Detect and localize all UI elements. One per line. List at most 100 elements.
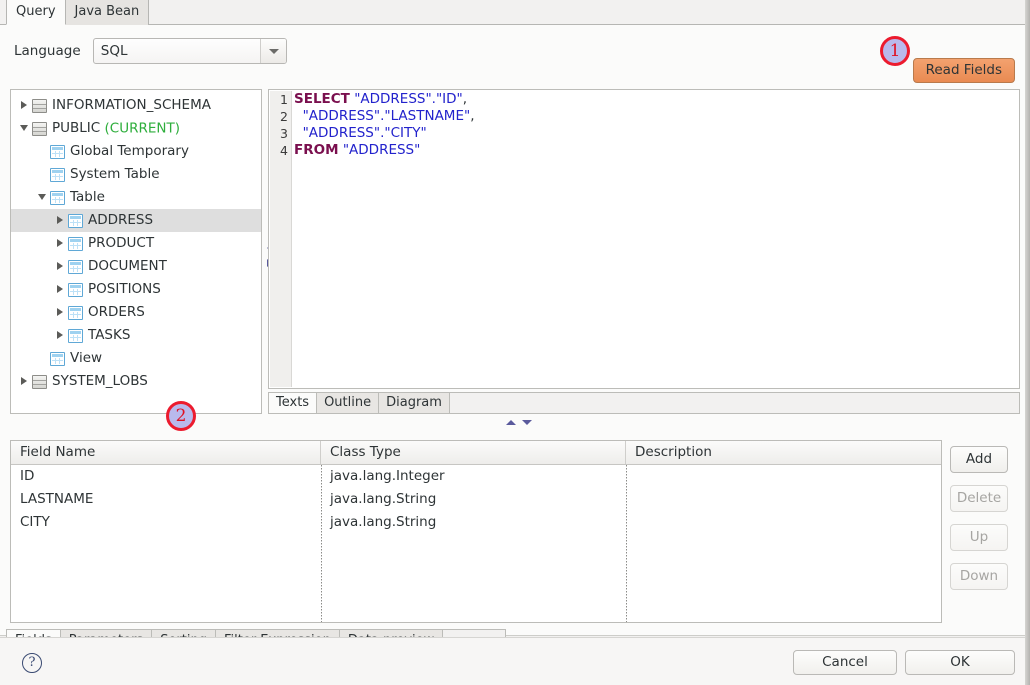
tree-node-system-lobs[interactable]: SYSTEM_LOBS — [11, 370, 261, 393]
cell-class-type[interactable]: java.lang.Integer — [321, 465, 626, 488]
code-token: , — [462, 91, 468, 107]
expand-arrow-icon[interactable] — [17, 94, 30, 117]
language-label: Language — [14, 43, 81, 59]
tree-node-orders[interactable]: ORDERS — [11, 301, 261, 324]
expand-arrow-icon[interactable] — [53, 232, 66, 255]
tree-node-view[interactable]: View — [11, 347, 261, 370]
cell-description[interactable] — [626, 465, 941, 488]
tree-node-label: POSITIONS — [88, 281, 161, 297]
collapse-arrow-icon[interactable] — [35, 186, 48, 209]
add-button[interactable]: Add — [950, 446, 1008, 473]
table-icon — [50, 167, 65, 182]
column-header-field-name[interactable]: Field Name — [11, 441, 321, 464]
column-header-description[interactable]: Description — [626, 441, 941, 464]
tree-node-label: Global Temporary — [70, 143, 189, 159]
tree-node-public[interactable]: PUBLIC (CURRENT) — [11, 117, 261, 140]
tree-node-system-table[interactable]: System Table — [11, 163, 261, 186]
table-icon — [50, 190, 65, 205]
code-line: "ADDRESS"."CITY" — [294, 125, 1018, 142]
column-header-class-type[interactable]: Class Type — [321, 441, 626, 464]
cancel-button[interactable]: Cancel — [793, 650, 897, 675]
sql-editor-pane: 1 2 3 4 SELECT "ADDRESS"."ID", "ADDRESS"."L… — [268, 89, 1020, 414]
expand-arrow-icon[interactable] — [17, 370, 30, 393]
editor-tab-texts[interactable]: Texts — [269, 393, 318, 413]
tree-node-address[interactable]: ADDRESS — [11, 209, 261, 232]
cell-field-name[interactable]: ID — [11, 465, 321, 488]
database-icon — [32, 374, 47, 389]
field-action-buttons: Add Delete Up Down — [950, 446, 1012, 602]
sql-code-area[interactable]: SELECT "ADDRESS"."ID", "ADDRESS"."LASTNA… — [294, 91, 1018, 387]
tree-node-label: SYSTEM_LOBS — [52, 373, 148, 389]
cell-class-type[interactable]: java.lang.String — [321, 511, 626, 534]
language-row: Language SQL — [14, 38, 287, 64]
expand-arrow-icon[interactable] — [53, 255, 66, 278]
expand-arrow-icon[interactable] — [53, 278, 66, 301]
expand-arrow-icon[interactable] — [53, 301, 66, 324]
chevron-down-icon — [268, 49, 279, 54]
tree-node-document[interactable]: DOCUMENT — [11, 255, 261, 278]
tree-node-label: ORDERS — [88, 304, 145, 320]
code-token: FROM — [294, 142, 339, 158]
language-dropdown-button[interactable] — [259, 39, 286, 63]
fields-table[interactable]: Field Name Class Type Description ID java… — [10, 440, 942, 623]
table-icon — [68, 259, 83, 274]
tree-node-label: View — [70, 350, 103, 366]
tree-node-label: PUBLIC — [52, 120, 101, 136]
cell-field-name[interactable]: LASTNAME — [11, 488, 321, 511]
table-row[interactable]: CITY java.lang.String — [11, 511, 941, 534]
line-number-gutter: 1 2 3 4 — [270, 91, 292, 387]
ok-button[interactable]: OK — [905, 650, 1015, 675]
code-token: "ADDRESS"."CITY" — [302, 125, 427, 141]
fields-table-header: Field Name Class Type Description — [11, 441, 941, 465]
down-button: Down — [950, 563, 1008, 590]
table-row[interactable]: LASTNAME java.lang.String — [11, 488, 941, 511]
tree-node-global-temporary[interactable]: Global Temporary — [11, 140, 261, 163]
cell-description[interactable] — [626, 488, 941, 511]
window-right-edge — [1025, 0, 1030, 685]
editor-tab-outline[interactable]: Outline — [317, 393, 380, 413]
line-number: 1 — [280, 92, 288, 107]
schema-tree-pane[interactable]: INFORMATION_SCHEMA PUBLIC (CURRENT) Global… — [10, 89, 262, 414]
collapse-down-icon[interactable] — [522, 420, 532, 425]
main-panel: Language SQL Read Fields INFORMATION_SCH… — [0, 25, 1030, 651]
help-question-icon[interactable]: ? — [22, 653, 42, 673]
cell-description[interactable] — [626, 511, 941, 534]
tree-node-label: DOCUMENT — [88, 258, 167, 274]
collapse-up-icon[interactable] — [506, 420, 516, 425]
tree-node-positions[interactable]: POSITIONS — [11, 278, 261, 301]
tree-node-table[interactable]: Table — [11, 186, 261, 209]
cell-class-type[interactable]: java.lang.String — [321, 488, 626, 511]
cell-field-name[interactable]: CITY — [11, 511, 321, 534]
tree-node-product[interactable]: PRODUCT — [11, 232, 261, 255]
tree-node-information-schema[interactable]: INFORMATION_SCHEMA — [11, 94, 261, 117]
horizontal-splitter[interactable] — [10, 416, 1020, 432]
tree-node-tasks[interactable]: TASKS — [11, 324, 261, 347]
expand-arrow-icon[interactable] — [53, 324, 66, 347]
table-row[interactable]: ID java.lang.Integer — [11, 465, 941, 488]
tree-node-label: TASKS — [88, 327, 131, 343]
code-line: FROM "ADDRESS" — [294, 142, 1018, 159]
tree-node-label: INFORMATION_SCHEMA — [52, 97, 211, 113]
collapse-arrow-icon[interactable] — [17, 117, 30, 140]
table-icon — [68, 213, 83, 228]
table-icon — [68, 282, 83, 297]
expand-arrow-icon[interactable] — [53, 209, 66, 232]
language-combobox[interactable]: SQL — [92, 38, 287, 64]
code-line: SELECT "ADDRESS"."ID", — [294, 91, 1018, 108]
code-token: "ADDRESS" — [342, 142, 421, 158]
read-fields-button[interactable]: Read Fields — [912, 58, 1015, 83]
sql-editor[interactable]: 1 2 3 4 SELECT "ADDRESS"."ID", "ADDRESS"."L… — [268, 89, 1020, 389]
split-container: INFORMATION_SCHEMA PUBLIC (CURRENT) Global… — [10, 89, 1020, 414]
delete-button: Delete — [950, 485, 1008, 512]
line-number: 2 — [280, 109, 288, 124]
tab-java-bean[interactable]: Java Bean — [65, 0, 150, 25]
editor-tab-diagram[interactable]: Diagram — [379, 393, 450, 413]
table-icon — [50, 351, 65, 366]
code-token: , — [470, 108, 475, 124]
tab-query[interactable]: Query — [6, 0, 66, 25]
line-number: 3 — [280, 126, 288, 141]
database-icon — [32, 121, 47, 136]
table-icon — [68, 328, 83, 343]
